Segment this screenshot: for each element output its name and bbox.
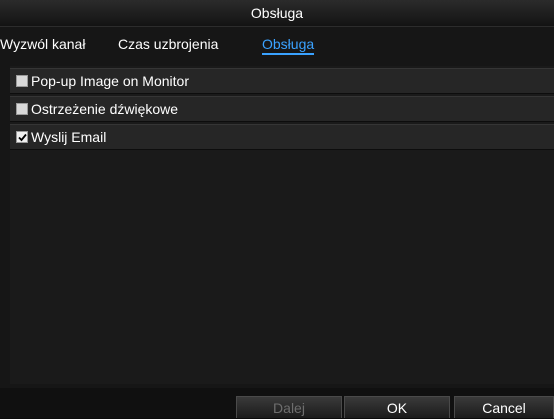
options-panel: Pop-up Image on Monitor Ostrzeżenie dźwi… [10,66,554,384]
checkbox-audible-warning[interactable] [16,103,28,115]
checkmark-icon [18,133,27,142]
tab-bar: Wyzwól kanał Czas uzbrojenia Obsługa [0,30,554,60]
option-row-audible-warning[interactable]: Ostrzeżenie dźwiękowe [10,96,554,122]
tab-trigger-channel[interactable]: Wyzwól kanał [0,36,85,52]
option-label: Ostrzeżenie dźwiękowe [31,101,179,117]
option-row-popup-image[interactable]: Pop-up Image on Monitor [10,68,554,94]
dialog-title: Obsługa [0,0,554,27]
checkbox-send-email[interactable] [16,131,28,143]
cancel-button[interactable]: Cancel [454,396,554,418]
checkbox-popup-image[interactable] [16,75,28,87]
next-button[interactable]: Dalej [236,396,342,418]
ok-button[interactable]: OK [344,396,450,418]
option-label: Wyslij Email [31,129,107,145]
linkage-action-dialog: Obsługa Wyzwól kanał Czas uzbrojenia Obs… [0,0,554,418]
button-bar: Dalej OK Cancel [0,388,554,418]
option-label: Pop-up Image on Monitor [31,73,189,89]
tab-arming-schedule[interactable]: Czas uzbrojenia [118,36,218,52]
tab-handling[interactable]: Obsługa [262,36,315,55]
option-row-send-email[interactable]: Wyslij Email [10,124,554,150]
